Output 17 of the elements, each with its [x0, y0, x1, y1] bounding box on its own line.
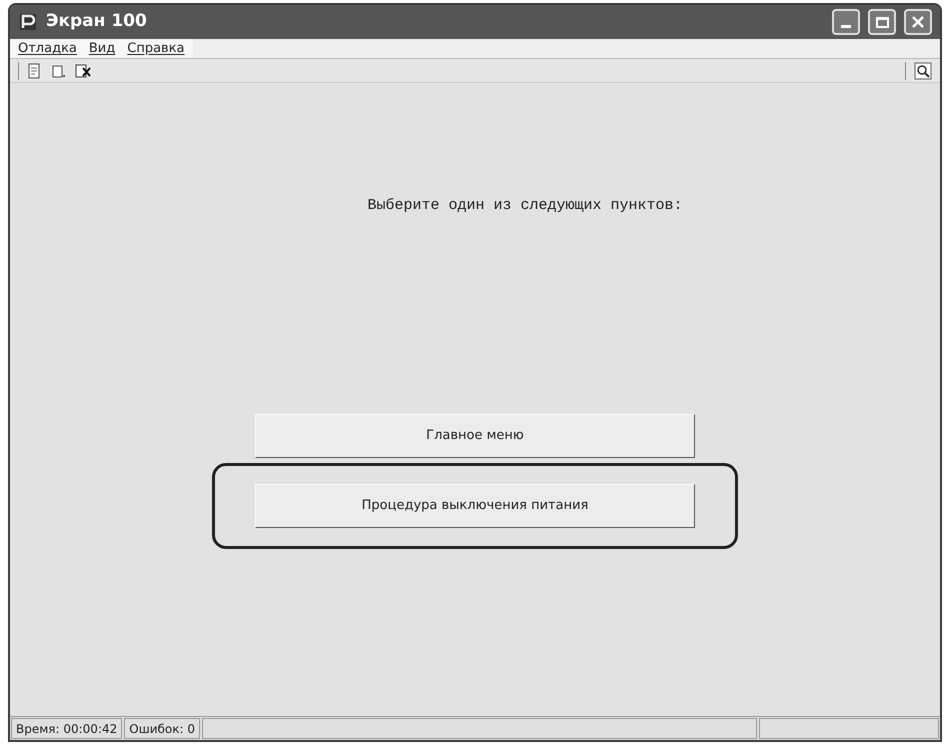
menu-item[interactable]: Справка	[127, 38, 185, 58]
menu-option-button[interactable]: Процедура выключения питания	[255, 484, 695, 528]
menu-option-button[interactable]: Главное меню	[255, 414, 695, 458]
prompt-text: Выберите один из следующих пунктов:	[367, 196, 683, 216]
close-button[interactable]	[904, 9, 932, 35]
page-icon[interactable]	[51, 62, 67, 78]
status-field: Ошибок: 0	[124, 718, 200, 739]
document-cross-icon[interactable]	[75, 62, 91, 78]
menu-item[interactable]: Вид	[88, 38, 116, 58]
menu-item[interactable]: Отладка	[18, 38, 77, 58]
status-field: Время: 00:00:42	[11, 718, 122, 739]
close-icon	[911, 15, 925, 29]
minimize-button[interactable]	[832, 9, 860, 35]
app-logo-icon	[18, 12, 38, 32]
maximize-button[interactable]	[868, 9, 896, 35]
window-title: Экран 100	[46, 10, 147, 34]
zoom-icon[interactable]	[914, 62, 932, 80]
